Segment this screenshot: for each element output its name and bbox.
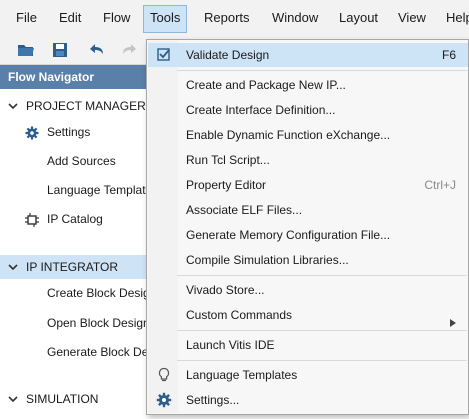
- menu-tools[interactable]: Tools: [143, 5, 188, 33]
- nav-item-settings[interactable]: Settings: [0, 121, 150, 143]
- chevron-down-icon: [8, 94, 18, 118]
- menu-flow[interactable]: Flow: [97, 5, 136, 31]
- menu-window[interactable]: Window: [266, 5, 324, 31]
- nav-item-label: IP Catalog: [47, 212, 103, 226]
- menu-separator: [177, 275, 467, 276]
- submenu-arrow-icon: [450, 311, 456, 327]
- menu-item-label: Generate Memory Configuration File...: [186, 228, 391, 242]
- menu-item-label: Enable Dynamic Function eXchange...: [186, 128, 391, 142]
- menu-item-validate-design[interactable]: Validate Design F6: [148, 43, 468, 67]
- gear-icon: [156, 392, 172, 408]
- menu-item-settings[interactable]: Settings...: [148, 388, 468, 412]
- nav-item-label: Settings: [47, 125, 91, 139]
- menu-item-generate-memory-config[interactable]: Generate Memory Configuration File...: [148, 223, 468, 247]
- save-icon[interactable]: [50, 40, 70, 60]
- menu-view[interactable]: View: [392, 5, 432, 31]
- tools-dropdown-menu: Validate Design F6 Create and Package Ne…: [146, 39, 469, 415]
- nav-item-label: Generate Block Design: [47, 345, 150, 359]
- section-simulation[interactable]: SIMULATION: [0, 387, 150, 411]
- menu-file[interactable]: File: [10, 5, 43, 31]
- menu-item-run-tcl-script[interactable]: Run Tcl Script...: [148, 148, 468, 172]
- menu-item-create-interface-definition[interactable]: Create Interface Definition...: [148, 98, 468, 122]
- menu-item-vivado-store[interactable]: Vivado Store...: [148, 278, 468, 302]
- flow-navigator-title: Flow Navigator: [0, 65, 150, 89]
- menu-item-custom-commands[interactable]: Custom Commands: [148, 303, 468, 327]
- section-ip-integrator[interactable]: IP INTEGRATOR: [0, 255, 150, 279]
- nav-item-label: Language Templates: [47, 183, 150, 197]
- menu-item-label: Run Tcl Script...: [186, 153, 270, 167]
- menu-item-label: Create Interface Definition...: [186, 103, 336, 117]
- menu-edit[interactable]: Edit: [53, 5, 87, 31]
- menu-item-shortcut: F6: [441, 48, 456, 62]
- menu-item-launch-vitis-ide[interactable]: Launch Vitis IDE: [148, 333, 468, 357]
- menu-item-label: Validate Design: [186, 48, 270, 62]
- menu-separator: [177, 360, 467, 361]
- chevron-down-icon: [8, 387, 18, 411]
- menu-item-language-templates[interactable]: Language Templates: [148, 363, 468, 387]
- menu-layout[interactable]: Layout: [333, 5, 384, 31]
- menu-item-property-editor[interactable]: Property Editor Ctrl+J: [148, 173, 468, 197]
- menu-separator: [177, 330, 467, 331]
- undo-icon[interactable]: [86, 40, 106, 60]
- lightbulb-icon: [156, 367, 172, 383]
- chevron-down-icon: [8, 255, 18, 279]
- nav-item-open-block-design[interactable]: Open Block Design: [0, 312, 150, 334]
- menu-item-label: Property Editor: [186, 178, 267, 192]
- menu-item-label: Vivado Store...: [186, 283, 265, 297]
- redo-icon[interactable]: [120, 40, 140, 60]
- section-label: IP INTEGRATOR: [26, 260, 119, 274]
- menu-item-label: Associate ELF Files...: [186, 203, 303, 217]
- section-label: PROJECT MANAGER: [26, 99, 146, 113]
- menu-help[interactable]: Help: [440, 5, 469, 31]
- menu-separator: [177, 70, 467, 71]
- checkbox-icon: [156, 47, 172, 63]
- gear-icon: [25, 125, 39, 140]
- menu-bar: File Edit Flow Tools Reports Window Layo…: [0, 0, 469, 36]
- section-project-manager[interactable]: PROJECT MANAGER: [0, 94, 150, 118]
- menu-item-compile-sim-libraries[interactable]: Compile Simulation Libraries...: [148, 248, 468, 272]
- ip-catalog-icon: [25, 212, 39, 227]
- menu-item-label: Custom Commands: [186, 308, 293, 322]
- menu-item-create-package-ip[interactable]: Create and Package New IP...: [148, 73, 468, 97]
- nav-item-create-block-design[interactable]: Create Block Design: [0, 282, 150, 304]
- menu-item-shortcut: Ctrl+J: [424, 178, 456, 192]
- nav-item-ip-catalog[interactable]: IP Catalog: [0, 208, 150, 230]
- menu-item-label: Settings...: [186, 393, 240, 407]
- menu-item-label: Language Templates: [186, 368, 298, 382]
- nav-item-label: Open Block Design: [47, 316, 150, 330]
- menu-reports[interactable]: Reports: [198, 5, 256, 31]
- section-label: SIMULATION: [26, 392, 99, 406]
- nav-item-label: Create Block Design: [47, 286, 150, 300]
- nav-item-add-sources[interactable]: Add Sources: [0, 150, 150, 172]
- open-folder-icon[interactable]: [16, 40, 36, 60]
- nav-item-language-templates[interactable]: Language Templates: [0, 179, 150, 201]
- menu-item-label: Compile Simulation Libraries...: [186, 253, 349, 267]
- menu-item-label: Create and Package New IP...: [186, 78, 346, 92]
- menu-item-label: Launch Vitis IDE: [186, 338, 275, 352]
- nav-item-generate-block-design[interactable]: Generate Block Design: [0, 341, 150, 363]
- menu-item-enable-dfx[interactable]: Enable Dynamic Function eXchange...: [148, 123, 468, 147]
- flow-navigator-panel: Flow Navigator PROJECT MANAGER Settings …: [0, 65, 150, 415]
- menu-item-associate-elf-files[interactable]: Associate ELF Files...: [148, 198, 468, 222]
- nav-item-label: Add Sources: [47, 154, 116, 168]
